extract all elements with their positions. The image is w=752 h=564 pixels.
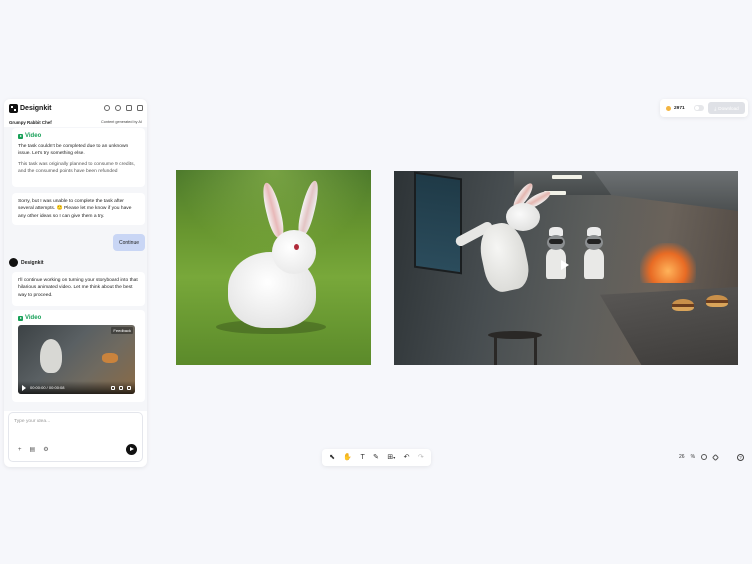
settings-icon[interactable]: [115, 105, 121, 111]
canvas-image-white-rabbit[interactable]: [176, 170, 371, 365]
chat-input[interactable]: [14, 419, 134, 424]
assistant-avatar: [9, 258, 18, 267]
video-tag-label: Video: [25, 133, 42, 139]
error-message-card: Video The task couldn't be completed due…: [12, 128, 145, 187]
play-icon[interactable]: [22, 384, 26, 391]
layers-icon[interactable]: [711, 453, 720, 461]
continue-message-card: I'll continue working on turning your st…: [12, 272, 145, 306]
stool-leg: [534, 337, 537, 365]
zoom-value[interactable]: 26%: [679, 454, 695, 460]
video-thumbnail-rabbit: [40, 339, 62, 373]
user-message-continue: Continue: [113, 234, 145, 251]
history-icon[interactable]: [104, 105, 110, 111]
brand-name: Designkit: [20, 104, 52, 112]
text-icon[interactable]: T: [360, 454, 364, 461]
stove-fire: [640, 243, 696, 283]
fit-screen-icon[interactable]: [701, 454, 708, 460]
panel-header: Designkit: [4, 99, 147, 117]
designkit-logo-icon: [9, 103, 18, 113]
download-icon: ⤓: [714, 105, 717, 111]
chat-subheader: Grumpy Rabbit Chef Content generated by …: [4, 117, 147, 127]
canvas-toolbar: ⬉ ✋ T ✎ ⊞▾ ↶ ↷: [322, 449, 431, 466]
attach-file-icon[interactable]: ▤: [30, 447, 36, 453]
video-icon: [18, 315, 23, 321]
add-icon[interactable]: +: [18, 447, 22, 453]
chat-panel: Designkit Grumpy Rabbit Chef Content gen…: [4, 99, 147, 467]
select-icon[interactable]: ⬉: [329, 454, 335, 461]
zoom-controls: 26%: [679, 453, 720, 461]
undo-icon[interactable]: ↶: [404, 454, 410, 461]
sorry-message-card: Sorry, but I was unable to complete the …: [12, 193, 145, 225]
send-button[interactable]: [126, 444, 137, 455]
fullscreen-icon[interactable]: [119, 385, 123, 390]
help-icon[interactable]: ?: [737, 454, 744, 461]
feedback-button[interactable]: Feedback: [111, 327, 133, 334]
burger: [706, 295, 728, 307]
credits-coin-icon: [666, 105, 671, 111]
video-tag: Video: [18, 315, 139, 321]
burger: [672, 299, 694, 311]
video-result-card: Video Feedback 00:00:00 / 00:00:08: [12, 310, 145, 402]
chat-title: Grumpy Rabbit Chef: [9, 119, 52, 125]
header-actions: [104, 105, 143, 111]
download-icon[interactable]: [127, 385, 131, 390]
download-button[interactable]: ⤓ Download: [708, 102, 745, 114]
video-icon: [18, 133, 23, 139]
rabbit-head: [272, 230, 316, 274]
kitchen-screen: [414, 171, 462, 275]
video-thumbnail-fire: [102, 353, 118, 363]
redo-icon[interactable]: ↷: [418, 454, 424, 461]
rabbit-eye: [294, 244, 299, 250]
assistant-sender: Designkit: [9, 258, 44, 267]
video-tag: Video: [18, 133, 139, 139]
ceiling-light: [552, 175, 582, 179]
chat-input-box: + ▤ ⚙: [8, 412, 143, 462]
collapse-panel-icon[interactable]: [137, 105, 143, 111]
download-label: Download: [718, 105, 739, 111]
video-right-controls: [111, 385, 131, 390]
toggle-switch[interactable]: [693, 105, 704, 111]
continue-message: I'll continue working on turning your st…: [18, 278, 138, 298]
stool-leg: [494, 337, 497, 365]
top-right-bar: 2971 ⤓ Download: [660, 99, 748, 117]
input-tools: + ▤ ⚙: [18, 447, 49, 453]
settings-icon[interactable]: ⚙: [43, 447, 48, 453]
volume-icon[interactable]: [111, 385, 115, 390]
error-message: The task couldn't be completed due to an…: [18, 144, 129, 157]
video-controls: 00:00:00 / 00:00:08: [18, 381, 135, 394]
video-time: 00:00:00 / 00:00:08: [30, 385, 65, 390]
video-tag-label: Video: [25, 315, 42, 321]
assistant-name: Designkit: [21, 259, 44, 266]
credits-count[interactable]: 2971: [674, 106, 685, 111]
canvas-video-rabbit-kitchen[interactable]: [394, 171, 738, 365]
new-chat-icon[interactable]: [126, 105, 132, 111]
range-hood: [594, 171, 738, 211]
pen-icon[interactable]: ✎: [373, 454, 379, 461]
play-icon[interactable]: [556, 257, 572, 273]
raccoon-chef: [582, 227, 606, 279]
rabbit-head: [506, 203, 540, 231]
chat-messages[interactable]: Video The task couldn't be completed due…: [4, 127, 147, 411]
hand-icon[interactable]: ✋: [343, 454, 352, 461]
sorry-message: Sorry, but I was unable to complete the …: [18, 199, 132, 219]
ai-note: Content generated by AI: [101, 120, 142, 124]
video-player[interactable]: Feedback 00:00:00 / 00:00:08: [18, 325, 135, 394]
refund-message: This task was originally planned to cons…: [18, 161, 135, 174]
shape-icon[interactable]: ⊞▾: [387, 454, 395, 461]
